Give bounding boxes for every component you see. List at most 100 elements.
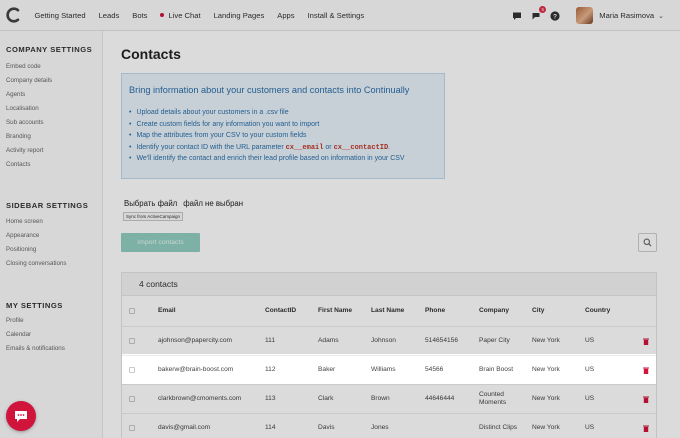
row-first-name: Davis (318, 424, 335, 431)
sidebar-item-localisation[interactable]: Localisation (0, 102, 102, 116)
nav-getting-started[interactable]: Getting Started (28, 0, 92, 31)
info-item-enrich: We'll identify the contact and enrich th… (129, 153, 404, 165)
nav-bots[interactable]: Bots (126, 0, 154, 31)
row-city: New York (532, 366, 560, 373)
row-email: clarkbrown@cmoments.com (158, 395, 242, 402)
row-checkbox[interactable] (129, 396, 135, 402)
chevron-down-icon[interactable]: ⌄ (658, 12, 664, 20)
info-list: Upload details about your customers in a… (129, 107, 405, 165)
row-checkbox[interactable] (129, 425, 135, 431)
sidebar-item-profile[interactable]: Profile (0, 314, 102, 328)
row-last-name: Brown (371, 395, 390, 402)
info-item-upload: Upload details about your customers in a… (129, 107, 405, 119)
row-country: US (585, 395, 595, 402)
import-info-box: Bring information about your customers a… (121, 73, 445, 179)
row-country: US (585, 424, 595, 431)
contactid-param-code: cx__contactID (333, 143, 389, 152)
info-box-title: Bring information about your customers a… (129, 85, 410, 95)
info-item-identify: Identify your contact ID with the URL pa… (129, 142, 405, 154)
sidebar-item-activity-report[interactable]: Activity report (0, 144, 102, 158)
import-contacts-button[interactable]: Import contacts (121, 233, 200, 252)
column-header-phone[interactable]: Phone (425, 296, 445, 326)
table-row[interactable]: clarkbrown@cmoments.com 113 Clark Brown … (122, 385, 656, 414)
row-last-name: Williams (371, 366, 396, 373)
settings-sidebar: COMPANY SETTINGS Embed code Company deta… (0, 31, 103, 438)
nav-leads[interactable]: Leads (92, 0, 126, 31)
info-item-custom-fields: Create custom fields for any information… (129, 119, 405, 131)
sidebar-item-embed-code[interactable]: Embed code (0, 60, 102, 74)
nav-live-chat[interactable]: Live Chat (154, 0, 207, 31)
live-indicator-dot (160, 13, 165, 17)
sidebar-item-company-details[interactable]: Company details (0, 74, 102, 88)
main-content: Contacts Bring information about your cu… (104, 31, 680, 438)
trash-icon[interactable] (643, 356, 649, 384)
nav-install-settings[interactable]: Install & Settings (301, 0, 371, 31)
row-checkbox[interactable] (129, 367, 135, 373)
contacts-count: 4 contacts (122, 273, 656, 296)
column-header-first-name[interactable]: First Name (318, 296, 352, 326)
search-button[interactable] (638, 233, 657, 252)
sidebar-item-positioning[interactable]: Positioning (0, 243, 102, 257)
table-row[interactable]: davis@gmail.com 114 Davis Jones Distinct… (122, 414, 656, 438)
trash-icon[interactable] (643, 385, 649, 413)
row-email: bakerw@brain-boost.com (158, 366, 234, 373)
row-email: davis@gmail.com (158, 424, 211, 431)
avatar[interactable] (576, 7, 594, 24)
identify-text: Identify your contact ID with the URL pa… (136, 143, 284, 151)
top-navigation: Getting Started Leads Bots Live Chat Lan… (0, 0, 680, 31)
select-all-checkbox[interactable] (129, 308, 135, 314)
sidebar-item-closing-conversations[interactable]: Closing conversations (0, 257, 102, 271)
choose-file-button[interactable]: Выбрать файл (124, 199, 177, 208)
sync-activecampaign-button[interactable]: Sync from ActiveCampaign (123, 212, 184, 221)
bell-icon[interactable]: 5 (530, 5, 547, 22)
row-phone: 44646444 (425, 395, 455, 402)
column-header-email[interactable]: Email (158, 296, 176, 326)
my-settings-heading: MY SETTINGS (6, 301, 63, 310)
trash-icon[interactable] (643, 414, 649, 438)
sidebar-item-calendar[interactable]: Calendar (0, 328, 102, 342)
nav-apps[interactable]: Apps (271, 0, 301, 31)
continually-logo-icon[interactable] (0, 0, 28, 31)
row-city: New York (532, 337, 560, 344)
nav-landing-pages[interactable]: Landing Pages (207, 0, 271, 31)
column-header-company[interactable]: Company (479, 296, 509, 326)
row-city: New York (532, 424, 560, 431)
table-row[interactable]: bakerw@brain-boost.com 112 Baker William… (122, 356, 656, 385)
row-company: Paper City (479, 337, 510, 344)
trash-icon[interactable] (643, 327, 649, 355)
column-header-country[interactable]: Country (585, 296, 610, 326)
row-country: US (585, 366, 595, 373)
sidebar-item-home-screen[interactable]: Home screen (0, 215, 102, 229)
column-header-contactid[interactable]: ContactID (265, 296, 296, 326)
row-phone: 514654156 (425, 337, 459, 344)
help-icon[interactable]: ? (549, 10, 561, 22)
table-row[interactable]: ajohnson@papercity.com 111 Adams Johnson… (122, 327, 656, 356)
column-header-city[interactable]: City (532, 296, 544, 326)
email-param-code: cx__email (285, 143, 324, 152)
chat-bubble-icon[interactable] (511, 10, 523, 22)
row-contactid: 112 (265, 366, 276, 373)
sidebar-item-sub-accounts[interactable]: Sub accounts (0, 116, 102, 130)
info-item-map: Map the attributes from your CSV to your… (129, 130, 405, 142)
page-title: Contacts (121, 46, 181, 62)
sidebar-item-contacts[interactable]: Contacts (0, 158, 102, 172)
chat-launcher-icon[interactable] (6, 401, 36, 431)
row-first-name: Baker (318, 366, 336, 373)
sidebar-item-branding[interactable]: Branding (0, 130, 102, 144)
row-contactid: 114 (265, 424, 276, 431)
svg-text:?: ? (553, 13, 557, 20)
sidebar-item-agents[interactable]: Agents (0, 88, 102, 102)
row-checkbox[interactable] (129, 338, 135, 344)
sidebar-item-emails-notifications[interactable]: Emails & notifications (0, 342, 102, 356)
identify-or: or (325, 143, 332, 151)
search-icon (643, 238, 652, 247)
row-email: ajohnson@papercity.com (158, 337, 233, 344)
sidebar-item-appearance[interactable]: Appearance (0, 229, 102, 243)
company-settings-heading: COMPANY SETTINGS (6, 45, 93, 54)
table-header-row: Email ContactID First Name Last Name Pho… (122, 296, 656, 327)
row-country: US (585, 337, 595, 344)
contacts-table: 4 contacts Email ContactID First Name La… (121, 272, 657, 438)
user-name[interactable]: Maria Rasimova (599, 11, 654, 20)
identify-period: . (388, 143, 391, 151)
column-header-last-name[interactable]: Last Name (371, 296, 404, 326)
